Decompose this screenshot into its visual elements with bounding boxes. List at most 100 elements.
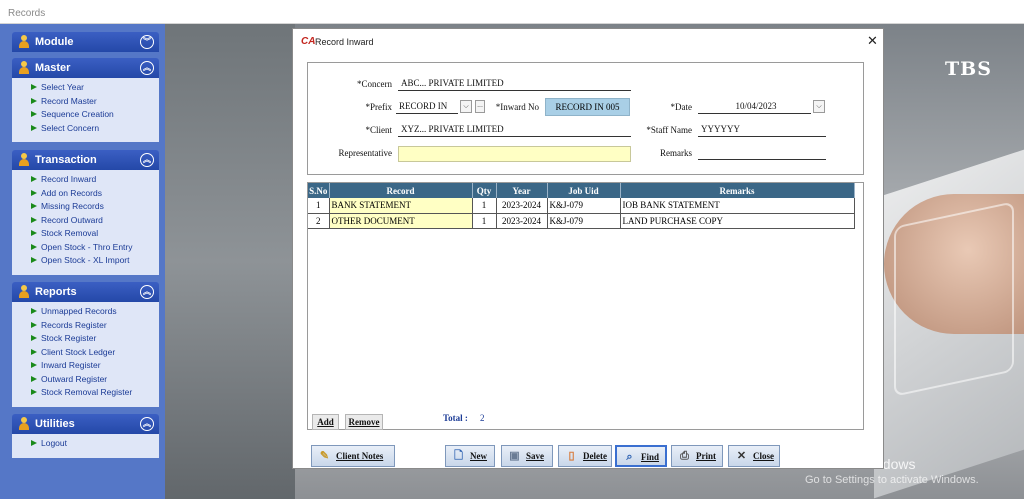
- utilities-panel-body: Logout: [12, 434, 159, 458]
- triangle-right-icon: [31, 375, 37, 382]
- remove-row-button[interactable]: Remove: [345, 414, 383, 430]
- triangle-right-icon: [31, 176, 37, 182]
- staff-name-label: *Staff Name: [646, 125, 692, 135]
- sidebar-item-stock-register[interactable]: Stock Register: [12, 332, 159, 346]
- cell-year[interactable]: 2023-2024: [496, 213, 548, 229]
- calendar-dropdown-icon[interactable]: ⌵: [813, 100, 825, 113]
- utilities-panel-header[interactable]: Utilities ︽: [12, 414, 159, 434]
- cell-remarks[interactable]: LAND PURCHASE COPY: [620, 213, 855, 229]
- header-form: *Concern ABC... PRIVATE LIMITED *Prefix …: [307, 62, 864, 175]
- concern-field[interactable]: ABC... PRIVATE LIMITED: [398, 77, 631, 91]
- trash-icon: ▯: [568, 450, 575, 462]
- cell-record[interactable]: BANK STATEMENT: [329, 198, 473, 214]
- close-button[interactable]: ✕ Close: [728, 445, 780, 467]
- delete-button[interactable]: ▯ Delete: [558, 445, 612, 467]
- transaction-panel-header[interactable]: Transaction ︽: [12, 150, 159, 170]
- sidebar-item-stock-removal[interactable]: Stock Removal: [12, 227, 159, 241]
- column-header-sno[interactable]: S.No: [308, 183, 330, 198]
- triangle-right-icon: [31, 335, 37, 341]
- column-header-job-uid[interactable]: Job Uid: [547, 183, 621, 198]
- background-laptop-left: [165, 24, 295, 499]
- master-panel: Master ︽ Select Year Record Master Seque…: [12, 58, 159, 142]
- reports-panel: Reports ︽ Unmapped Records Records Regis…: [12, 282, 159, 407]
- prefix-select[interactable]: RECORD IN: [396, 100, 458, 114]
- column-header-qty[interactable]: Qty: [472, 183, 497, 198]
- transaction-panel-title: Transaction: [35, 154, 97, 166]
- cell-year[interactable]: 2023-2024: [496, 198, 548, 214]
- sidebar-item-inward-register[interactable]: Inward Register: [12, 359, 159, 373]
- representative-field[interactable]: [398, 146, 631, 162]
- chevron-up-icon[interactable]: ︽: [140, 153, 154, 167]
- sidebar-item-logout[interactable]: Logout: [12, 437, 159, 451]
- user-icon: [19, 35, 29, 48]
- sidebar-item-record-outward[interactable]: Record Outward: [12, 214, 159, 228]
- cell-record[interactable]: OTHER DOCUMENT: [329, 213, 473, 229]
- sidebar-item-sequence-creation[interactable]: Sequence Creation: [12, 108, 159, 122]
- triangle-right-icon: [31, 216, 37, 223]
- chevron-up-icon[interactable]: ︽: [140, 417, 154, 431]
- print-button[interactable]: ⎙ Print: [671, 445, 723, 467]
- master-panel-body: Select Year Record Master Sequence Creat…: [12, 78, 159, 142]
- sidebar-item-add-on-records[interactable]: Add on Records: [12, 187, 159, 201]
- sidebar-item-record-master[interactable]: Record Master: [12, 95, 159, 109]
- app-logo-icon: CA: [301, 36, 316, 47]
- table-row[interactable]: 1 BANK STATEMENT 1 2023-2024 K&J-079 IOB…: [308, 198, 855, 214]
- sidebar-item-unmapped-records[interactable]: Unmapped Records: [12, 305, 159, 319]
- chevron-down-icon[interactable]: ⌵: [460, 100, 472, 113]
- table-row[interactable]: 2 OTHER DOCUMENT 1 2023-2024 K&J-079 LAN…: [308, 213, 855, 229]
- client-notes-button[interactable]: ✎ Client Notes: [311, 445, 395, 467]
- chevron-down-icon[interactable]: ︾: [140, 35, 154, 49]
- user-icon: [19, 61, 29, 74]
- representative-label: Representative: [338, 148, 392, 158]
- date-label: *Date: [670, 102, 693, 112]
- remarks-field[interactable]: [698, 146, 826, 160]
- sidebar-item-stock-removal-register[interactable]: Stock Removal Register: [12, 386, 159, 400]
- inward-no-field[interactable]: RECORD IN 005: [545, 98, 630, 116]
- cell-remarks[interactable]: IOB BANK STATEMENT: [620, 198, 855, 214]
- chevron-up-icon[interactable]: ︽: [140, 61, 154, 75]
- add-row-button[interactable]: Add: [312, 414, 339, 430]
- new-button[interactable]: 🗋 New: [445, 445, 495, 467]
- master-panel-header[interactable]: Master ︽: [12, 58, 159, 78]
- sidebar-item-records-register[interactable]: Records Register: [12, 319, 159, 333]
- client-label: *Client: [365, 125, 393, 135]
- save-button[interactable]: ▣ Save: [501, 445, 553, 467]
- column-header-year[interactable]: Year: [496, 183, 548, 198]
- triangle-right-icon: [31, 97, 37, 104]
- column-header-remarks[interactable]: Remarks: [620, 183, 855, 198]
- prefix-label: *Prefix: [365, 102, 393, 112]
- cell-sno[interactable]: 1: [308, 198, 330, 214]
- cell-job-uid[interactable]: K&J-079: [547, 213, 621, 229]
- client-field[interactable]: XYZ... PRIVATE LIMITED: [398, 123, 631, 137]
- reports-panel-title: Reports: [35, 286, 77, 298]
- sidebar-item-record-inward[interactable]: Record Inward: [12, 173, 159, 187]
- module-panel-header[interactable]: Module ︾: [12, 32, 159, 52]
- triangle-right-icon: [31, 189, 37, 196]
- sidebar-item-client-stock-ledger[interactable]: Client Stock Ledger: [12, 346, 159, 360]
- date-field[interactable]: 10/04/2023: [698, 100, 811, 114]
- sidebar-item-missing-records[interactable]: Missing Records: [12, 200, 159, 214]
- cell-qty[interactable]: 1: [472, 198, 497, 214]
- printer-icon: ⎙: [680, 450, 689, 462]
- floppy-disk-icon: ▣: [509, 450, 520, 462]
- find-button[interactable]: ⌕ Find: [615, 445, 667, 467]
- cell-sno[interactable]: 2: [308, 213, 330, 229]
- sidebar-item-select-concern[interactable]: Select Concern: [12, 122, 159, 136]
- sidebar-item-select-year[interactable]: Select Year: [12, 81, 159, 95]
- cell-qty[interactable]: 1: [472, 213, 497, 229]
- cell-job-uid[interactable]: K&J-079: [547, 198, 621, 214]
- triangle-right-icon: [31, 348, 37, 355]
- sidebar-item-open-stock-thro-entry[interactable]: Open Stock - Thro Entry: [12, 241, 159, 255]
- close-icon: ✕: [736, 450, 747, 462]
- close-icon[interactable]: ✕: [867, 33, 878, 49]
- records-grid: S.No Record Qty Year Job Uid Remarks 1 B…: [307, 182, 864, 430]
- activate-windows-subtitle: Go to Settings to activate Windows.: [805, 474, 979, 486]
- column-header-record[interactable]: Record: [329, 183, 473, 198]
- sidebar-item-outward-register[interactable]: Outward Register: [12, 373, 159, 387]
- remarks-label: Remarks: [660, 148, 692, 158]
- dialog-title: Record Inward: [315, 37, 374, 47]
- staff-name-field[interactable]: YYYYYY: [698, 123, 826, 137]
- chevron-up-icon[interactable]: ︽: [140, 285, 154, 299]
- reports-panel-header[interactable]: Reports ︽: [12, 282, 159, 302]
- sidebar-item-open-stock-xl-import[interactable]: Open Stock - XL Import: [12, 254, 159, 268]
